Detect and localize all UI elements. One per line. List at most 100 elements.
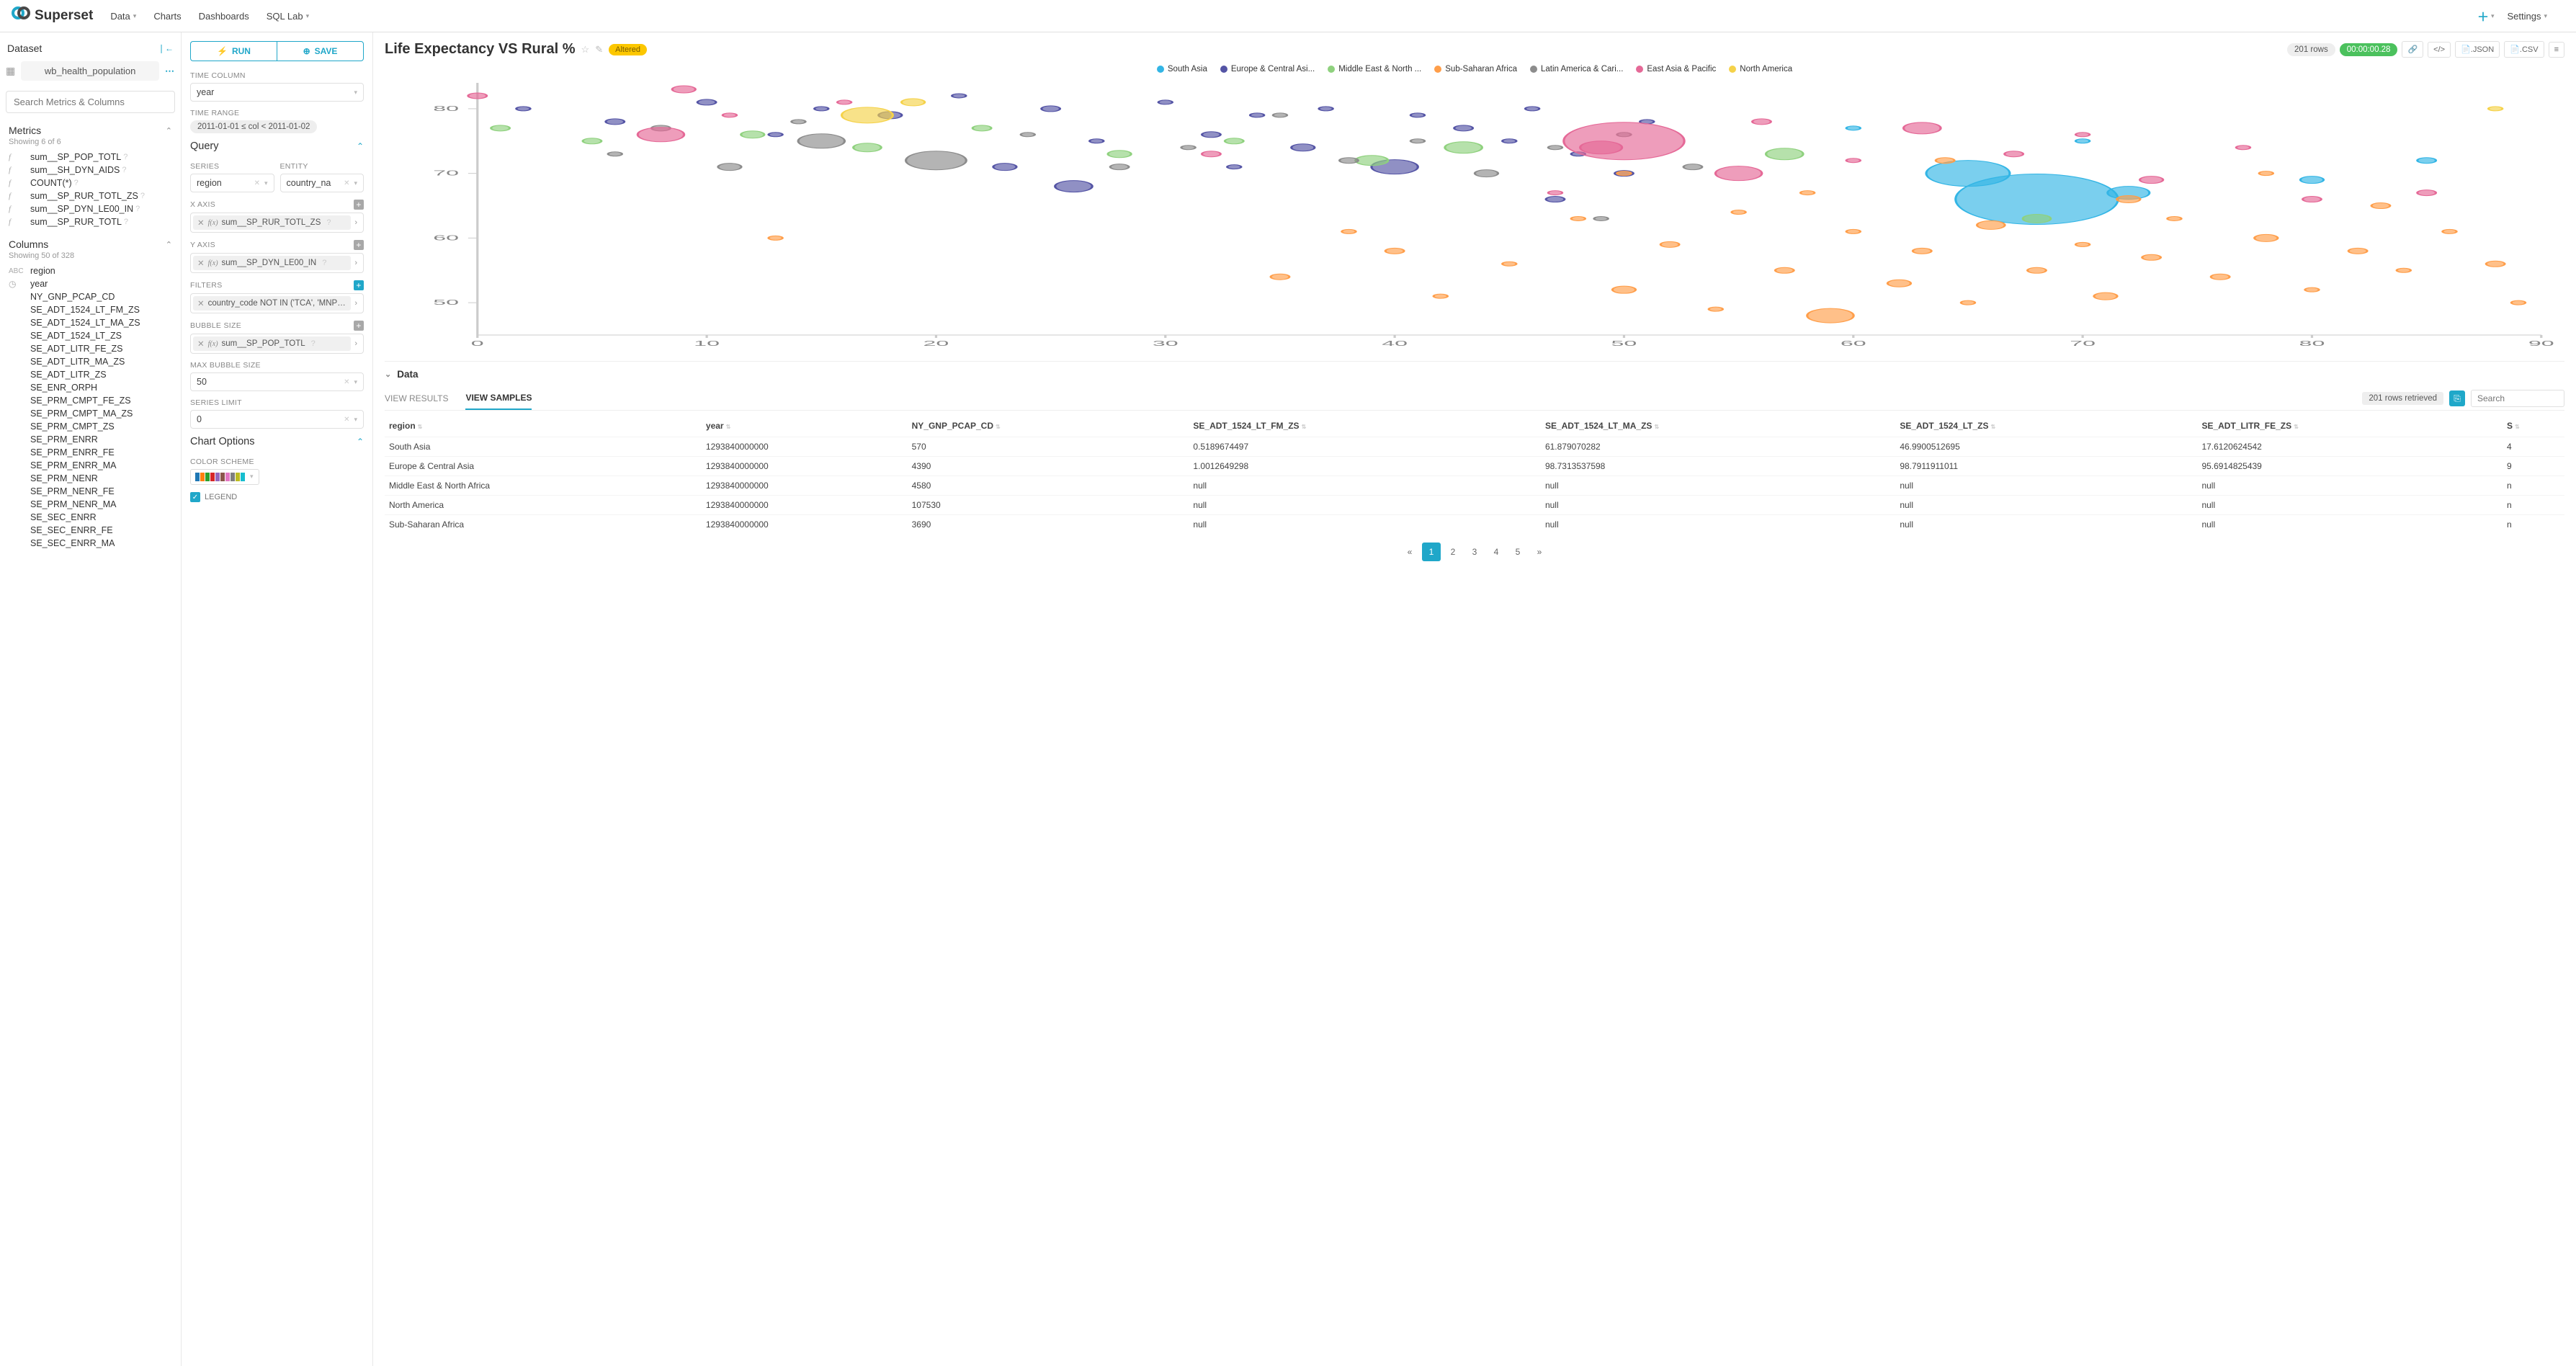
metric-item[interactable]: fsum__SP_RUR_TOTL_ZS? <box>6 189 175 202</box>
column-item[interactable]: SE_ADT_1524_LT_MA_ZS <box>6 316 175 329</box>
column-item[interactable]: SE_PRM_NENR_FE <box>6 485 175 498</box>
search-metrics-columns-input[interactable] <box>6 91 175 113</box>
column-item[interactable]: ◷year <box>6 277 175 290</box>
columns-header[interactable]: Columns⌃ <box>6 237 175 251</box>
column-item[interactable]: SE_SEC_ENRR <box>6 511 175 524</box>
table-column-header[interactable]: SE_ADT_1524_LT_ZS⇅ <box>1895 415 2197 437</box>
series-select[interactable]: region✕▾ <box>190 174 274 192</box>
page-button[interactable]: 3 <box>1465 543 1484 561</box>
legend-item[interactable]: Europe & Central Asi... <box>1220 65 1315 73</box>
column-item[interactable]: SE_ADT_LITR_MA_ZS <box>6 355 175 368</box>
y-axis-chip[interactable]: ✕f(x)sum__SP_DYN_LE00_IN?› <box>190 253 364 273</box>
add-button[interactable]: ＋▾ <box>2477 7 2495 24</box>
column-item[interactable]: SE_ADT_LITR_ZS <box>6 368 175 381</box>
edit-pencil-icon[interactable]: ✎ <box>595 44 603 55</box>
table-row[interactable]: Middle East & North Africa12938400000004… <box>385 476 2564 496</box>
column-item[interactable]: SE_PRM_CMPT_FE_ZS <box>6 394 175 407</box>
collapse-left-icon[interactable]: ❘← <box>158 43 174 53</box>
chart-options-section-header[interactable]: Chart Options⌃ <box>190 429 364 450</box>
metric-item[interactable]: fsum__SP_DYN_LE00_IN? <box>6 202 175 215</box>
table-row[interactable]: North America1293840000000107530nullnull… <box>385 496 2564 515</box>
column-item[interactable]: ABCregion <box>6 264 175 277</box>
time-column-select[interactable]: year▾ <box>190 83 364 102</box>
legend-item[interactable]: Sub-Saharan Africa <box>1434 65 1517 73</box>
export-csv-button[interactable]: 📄.CSV <box>2504 41 2544 58</box>
nav-item-sql-lab[interactable]: SQL Lab▾ <box>267 11 309 22</box>
column-item[interactable]: SE_SEC_ENRR_MA <box>6 537 175 550</box>
menu-icon[interactable]: ≡ <box>2549 42 2564 58</box>
nav-item-data[interactable]: Data▾ <box>110 11 136 22</box>
max-bubble-select[interactable]: 50✕▾ <box>190 372 364 391</box>
page-button[interactable]: 4 <box>1487 543 1506 561</box>
legend-item[interactable]: Latin America & Cari... <box>1530 65 1623 73</box>
table-search-input[interactable] <box>2471 390 2564 407</box>
column-item[interactable]: SE_SEC_ENRR_FE <box>6 524 175 537</box>
column-item[interactable]: SE_PRM_ENRR <box>6 433 175 446</box>
page-button[interactable]: 5 <box>1508 543 1527 561</box>
chart-area[interactable]: 010203040506070809050607080 <box>385 79 2564 355</box>
query-section-header[interactable]: Query⌃ <box>190 133 364 155</box>
settings-menu[interactable]: Settings▾ <box>2507 11 2547 22</box>
bubble-size-add-button[interactable]: + <box>354 321 364 331</box>
table-column-header[interactable]: SE_ADT_LITR_FE_ZS⇅ <box>2197 415 2503 437</box>
column-item[interactable]: NY_GNP_PCAP_CD <box>6 290 175 303</box>
table-column-header[interactable]: NY_GNP_PCAP_CD⇅ <box>908 415 1189 437</box>
column-item[interactable]: SE_PRM_ENRR_FE <box>6 446 175 459</box>
column-item[interactable]: SE_PRM_NENR_MA <box>6 498 175 511</box>
embed-icon[interactable]: </> <box>2428 42 2451 58</box>
page-button[interactable]: 1 <box>1422 543 1441 561</box>
tab-view-samples[interactable]: VIEW SAMPLES <box>465 387 532 410</box>
metric-item[interactable]: fsum__SP_RUR_TOTL? <box>6 215 175 228</box>
table-row[interactable]: Sub-Saharan Africa12938400000003690nulln… <box>385 515 2564 535</box>
filters-add-button[interactable]: + <box>354 280 364 290</box>
entity-select[interactable]: country_na✕▾ <box>280 174 365 192</box>
column-item[interactable]: SE_ADT_LITR_FE_ZS <box>6 342 175 355</box>
legend-item[interactable]: South Asia <box>1157 65 1207 73</box>
table-column-header[interactable]: SE_ADT_1524_LT_FM_ZS⇅ <box>1189 415 1541 437</box>
column-item[interactable]: SE_ADT_1524_LT_ZS <box>6 329 175 342</box>
metric-item[interactable]: fsum__SP_POP_TOTL? <box>6 151 175 164</box>
column-item[interactable]: SE_PRM_ENRR_MA <box>6 459 175 472</box>
altered-badge[interactable]: Altered <box>609 44 647 55</box>
tab-view-results[interactable]: VIEW RESULTS <box>385 388 448 409</box>
page-button[interactable]: 2 <box>1444 543 1462 561</box>
link-icon[interactable]: 🔗 <box>2402 41 2423 58</box>
column-item[interactable]: SE_PRM_NENR <box>6 472 175 485</box>
legend-item[interactable]: East Asia & Pacific <box>1636 65 1716 73</box>
column-item[interactable]: SE_ADT_1524_LT_FM_ZS <box>6 303 175 316</box>
run-button[interactable]: ⚡RUN <box>190 41 277 61</box>
color-scheme-select[interactable]: ▾ <box>190 469 259 485</box>
favorite-star-icon[interactable]: ☆ <box>581 44 590 55</box>
table-column-header[interactable]: S⇅ <box>2503 415 2564 437</box>
y-axis-add-button[interactable]: + <box>354 240 364 250</box>
table-row[interactable]: Europe & Central Asia129384000000043901.… <box>385 457 2564 476</box>
time-range-pill[interactable]: 2011-01-01 ≤ col < 2011-01-02 <box>190 120 317 133</box>
table-column-header[interactable]: SE_ADT_1524_LT_MA_ZS⇅ <box>1541 415 1895 437</box>
table-column-header[interactable]: year⇅ <box>702 415 908 437</box>
series-limit-select[interactable]: 0✕▾ <box>190 410 364 429</box>
data-header[interactable]: ⌄ Data <box>385 369 2564 380</box>
export-json-button[interactable]: 📄.JSON <box>2455 41 2500 58</box>
legend-checkbox[interactable]: ✓ <box>190 492 200 502</box>
dataset-name[interactable]: wb_health_population <box>21 61 159 81</box>
table-column-header[interactable]: region⇅ <box>385 415 702 437</box>
metrics-header[interactable]: Metrics⌃ <box>6 123 175 138</box>
brand-logo[interactable]: Superset <box>12 6 93 25</box>
metric-item[interactable]: fsum__SH_DYN_AIDS? <box>6 164 175 177</box>
filters-chip[interactable]: ✕country_code NOT IN ('TCA', 'MNP', ...› <box>190 293 364 313</box>
page-button[interactable]: » <box>1530 543 1549 561</box>
column-item[interactable]: SE_PRM_CMPT_MA_ZS <box>6 407 175 420</box>
legend-item[interactable]: North America <box>1729 65 1792 73</box>
x-axis-add-button[interactable]: + <box>354 200 364 210</box>
copy-button[interactable]: ⎘ <box>2449 390 2465 406</box>
nav-item-dashboards[interactable]: Dashboards <box>199 11 249 22</box>
save-button[interactable]: ⊕SAVE <box>277 41 364 61</box>
column-item[interactable]: SE_ENR_ORPH <box>6 381 175 394</box>
metric-item[interactable]: fCOUNT(*)? <box>6 177 175 189</box>
dataset-more-icon[interactable]: ⋯ <box>165 66 175 77</box>
legend-item[interactable]: Middle East & North ... <box>1328 65 1421 73</box>
table-row[interactable]: South Asia12938400000005700.518967449761… <box>385 437 2564 457</box>
page-button[interactable]: « <box>1400 543 1419 561</box>
nav-item-charts[interactable]: Charts <box>153 11 181 22</box>
column-item[interactable]: SE_PRM_CMPT_ZS <box>6 420 175 433</box>
